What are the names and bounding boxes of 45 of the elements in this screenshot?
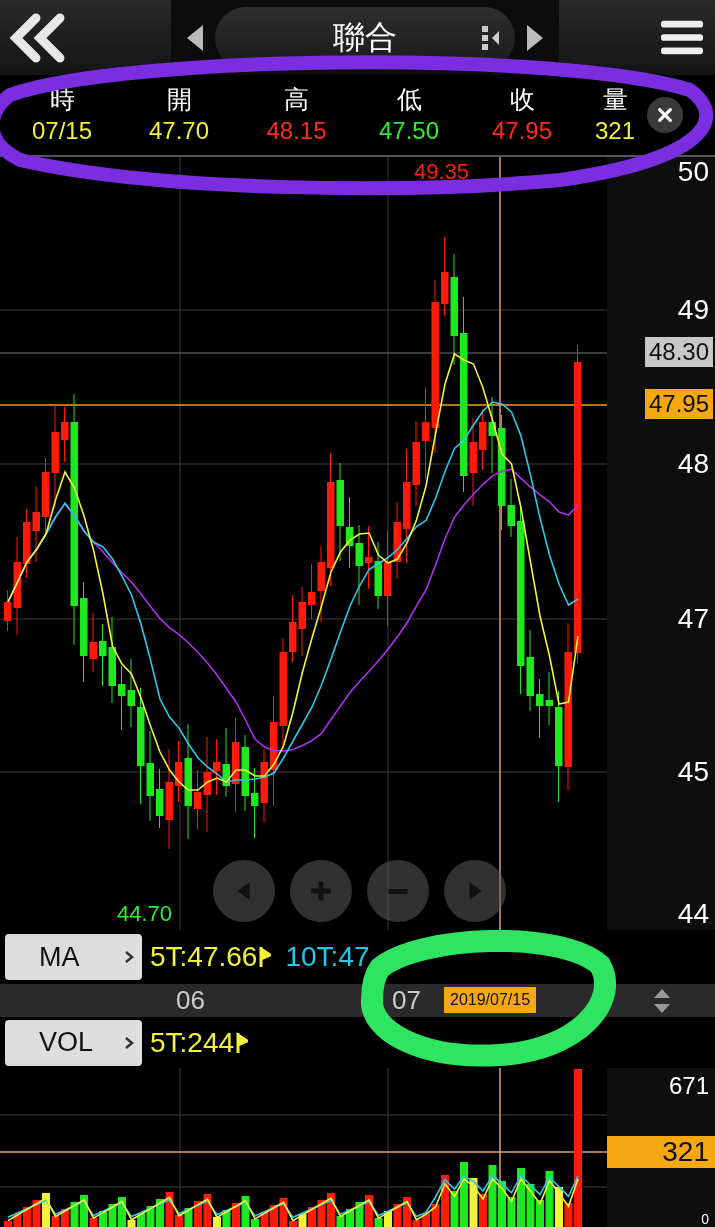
price-tag: 48.30 [644,337,713,367]
trend-flag-icon [236,1030,249,1055]
resize-arrows-icon[interactable] [652,988,672,1014]
vol-legend-value: 5T:244 [150,1026,235,1059]
quote-value: 321 [594,116,635,146]
plus-icon [309,879,333,903]
trend-flag-icon [259,945,272,969]
quote-value: 47.50 [378,116,440,146]
quote-label: 低 [396,84,422,116]
quote-label: 高 [284,84,309,116]
quote-label: 量 [602,84,628,116]
ma-legend-value: 5T:47.66 [150,941,258,973]
ma-legend-value: 10T:47 [285,941,370,973]
date-axis-label: 06 [176,985,205,1016]
volume-axis-label: 0 [701,1211,709,1227]
chevron-right-icon [124,950,134,964]
quote-label: 收 [509,84,535,116]
volume-tag: 321 [607,1136,715,1168]
low-price-label: 44.70 [117,901,173,927]
price-axis-label: 44 [677,898,709,930]
minus-icon [386,888,410,894]
high-price-label: 49.35 [414,159,470,185]
quote-label: 開 [166,84,192,116]
price-axis-label: 47 [677,603,709,635]
close-icon [656,106,674,124]
quote-value: 47.95 [491,116,553,146]
quote-value: 07/15 [31,116,93,146]
date-axis-label: 07 [392,985,421,1016]
price-axis-label: 49 [677,294,709,326]
price-tag: 47.95 [644,389,713,419]
quote-label: 時 [49,84,75,116]
price-axis-label: 48 [677,448,709,480]
cursor-date-badge: 2019/07/15 [444,987,537,1013]
price-axis-label: 45 [677,756,709,788]
next-icon[interactable] [524,22,545,53]
quote-value: 47.70 [148,116,210,146]
chevron-right-icon [124,1035,134,1050]
ma-button[interactable]: MA [5,934,142,980]
volume-axis-label: 671 [668,1072,709,1100]
quote-value: 48.15 [266,116,327,146]
close-button[interactable] [647,97,683,133]
stock-title: 聯合 [332,16,397,58]
split-icon[interactable] [480,24,501,51]
price-axis-label: 50 [677,156,709,188]
vol-button[interactable]: VOL [5,1019,142,1066]
